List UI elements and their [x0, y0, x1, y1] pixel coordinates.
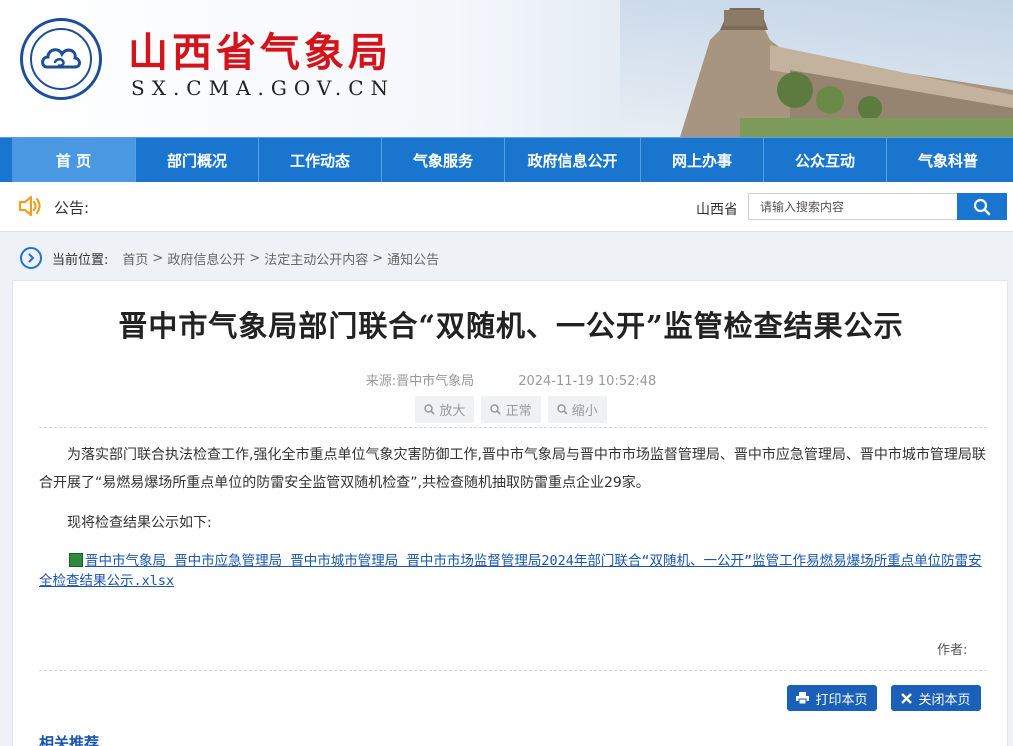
notice-label: 公告: — [54, 199, 90, 217]
excel-file-icon — [69, 553, 83, 567]
breadcrumb-notices[interactable]: 通知公告 — [387, 249, 439, 268]
close-button-label: 关闭本页 — [918, 692, 971, 708]
search-input[interactable] — [748, 193, 958, 220]
notice-scroll-text[interactable]: 山西省 — [696, 199, 736, 219]
zoom-in-icon — [424, 404, 435, 415]
top-divider — [39, 427, 987, 428]
nav-work-news[interactable]: 工作动态 — [258, 138, 381, 182]
font-size-tools: 放大 正常 缩小 — [13, 396, 1009, 423]
breadcrumb-label: 当前位置: — [52, 252, 109, 268]
breadcrumb-home[interactable]: 首页 — [122, 249, 148, 268]
article-title: 晋中市气象局部门联合“双随机、一公开”监管检查结果公示 — [118, 309, 904, 343]
article-source: 来源:晋中市气象局 — [365, 374, 475, 389]
font-enlarge-button[interactable]: 放大 — [415, 396, 475, 423]
font-enlarge-label: 放大 — [439, 404, 466, 419]
article-date: 2024-11-19 10:52:48 — [518, 374, 657, 389]
site-title: 山西省气象局 — [128, 29, 392, 76]
city-wall-banner-image — [620, 0, 1013, 137]
breadcrumb-statutory[interactable]: 法定主动公开内容 — [264, 249, 368, 268]
nav-gov-info[interactable]: 政府信息公开 — [504, 138, 640, 182]
printer-icon — [796, 692, 810, 704]
article-meta: 来源:晋中市气象局 2024-11-19 10:52:48 — [13, 370, 1009, 389]
nav-home[interactable]: 首 页 — [12, 138, 135, 182]
search-button[interactable] — [957, 193, 1007, 220]
close-icon — [901, 692, 913, 704]
nav-science[interactable]: 气象科普 — [886, 138, 1009, 182]
nav-public-interaction[interactable]: 公众互动 — [763, 138, 886, 182]
nav-dept-overview[interactable]: 部门概况 — [135, 138, 258, 182]
breadcrumb-separator: > — [372, 250, 384, 266]
article-panel: 晋中市气象局部门联合“双随机、一公开”监管检查结果公示 来源:晋中市气象局 20… — [12, 280, 1008, 746]
article-body: 为落实部门联合执法检查工作,强化全市重点单位气象灾害防御工作,晋中市气象局与晋中… — [39, 441, 987, 537]
speaker-icon — [18, 195, 41, 217]
article-paragraph: 现将检查结果公示如下: — [67, 515, 212, 531]
font-shrink-button[interactable]: 缩小 — [547, 396, 607, 423]
chevron-right-icon — [20, 247, 42, 269]
zoom-out-icon — [556, 404, 568, 415]
related-recommendations-heading: 相关推荐 — [39, 732, 99, 746]
attachment-link-text: 晋中市气象局 晋中市应急管理局 晋中市城市管理局 晋中市市场监督管理局2024年… — [39, 553, 982, 589]
attachment-link[interactable]: 晋中市气象局 晋中市应急管理局 晋中市城市管理局 晋中市市场监督管理局2024年… — [39, 551, 989, 591]
site-header: 山西省气象局 SX.CMA.GOV.CN — [0, 0, 1013, 137]
search-icon — [973, 198, 991, 215]
breadcrumb: 当前位置: 首页 > 政府信息公开 > 法定主动公开内容 > 通知公告 — [20, 246, 439, 270]
font-normal-button[interactable]: 正常 — [481, 396, 541, 423]
print-button-label: 打印本页 — [815, 692, 868, 708]
logo-emblem — [30, 28, 92, 90]
close-page-button[interactable]: 关闭本页 — [891, 685, 981, 711]
font-normal-label: 正常 — [505, 404, 532, 419]
breadcrumb-gov-info[interactable]: 政府信息公开 — [167, 249, 245, 268]
breadcrumb-separator: > — [152, 250, 164, 266]
article-paragraph: 为落实部门联合执法检查工作,强化全市重点单位气象灾害防御工作,晋中市气象局与晋中… — [39, 447, 986, 491]
main-nav: 首 页 部门概况 工作动态 气象服务 政府信息公开 网上办事 公众互动 气象科普 — [0, 137, 1013, 182]
cloud-emblem-icon — [41, 48, 81, 69]
author-label: 作者: — [937, 643, 968, 658]
bottom-divider — [39, 670, 987, 671]
breadcrumb-separator: > — [249, 250, 261, 266]
notice-bar: 公告: 山西省 — [0, 182, 1013, 232]
zoom-reset-icon — [490, 404, 501, 415]
nav-weather-service[interactable]: 气象服务 — [381, 138, 504, 182]
cma-logo-icon[interactable] — [20, 18, 102, 100]
font-shrink-label: 缩小 — [571, 404, 598, 419]
nav-online-service[interactable]: 网上办事 — [640, 138, 763, 182]
site-domain: SX.CMA.GOV.CN — [131, 76, 396, 100]
print-button[interactable]: 打印本页 — [787, 685, 877, 711]
